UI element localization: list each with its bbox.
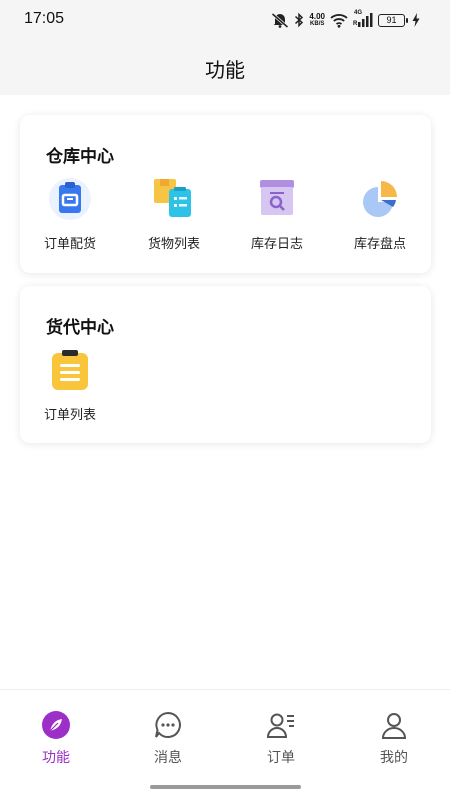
- grid-item-label: 订单列表: [43, 407, 96, 422]
- tab-features[interactable]: 功能: [0, 710, 112, 767]
- grid-item-label: 库存盘点: [353, 236, 406, 251]
- bottom-tab-bar: 功能 消息 订单 我的: [0, 689, 450, 800]
- status-icons: 4.00 KB/S R 4G 91: [271, 10, 420, 30]
- wifi-icon: [330, 13, 348, 28]
- network-type: 4G: [354, 10, 363, 16]
- goods-list-button[interactable]: 货物列表: [124, 177, 224, 252]
- tab-label: 消息: [154, 749, 182, 765]
- order-user-icon: [266, 710, 296, 744]
- cellular-signal-icon: R 4G: [353, 10, 373, 27]
- net-speed-unit: KB/S: [310, 20, 325, 27]
- inventory-log-button[interactable]: 库存日志: [227, 177, 327, 252]
- order-list-button[interactable]: 订单列表: [20, 348, 120, 423]
- charging-icon: [412, 13, 420, 27]
- section-title: 货代中心: [46, 318, 114, 337]
- grid-item-label: 库存日志: [250, 236, 303, 251]
- status-bar: 17:05 4.00 KB/S R 4G 91: [0, 0, 450, 40]
- mute-bell-icon: [271, 12, 289, 28]
- roaming-indicator: R: [353, 21, 358, 27]
- grid-item-label: 货物列表: [147, 236, 200, 251]
- compass-icon: [41, 710, 71, 744]
- battery-indicator: 91: [378, 13, 408, 27]
- clipboard-icon: [48, 177, 92, 221]
- pie-chart-icon: [358, 177, 402, 221]
- tab-orders[interactable]: 订单: [225, 710, 337, 767]
- profile-icon: [379, 710, 409, 744]
- goods-list-icon: [152, 177, 196, 221]
- tab-label: 订单: [267, 749, 295, 765]
- inventory-check-button[interactable]: 库存盘点: [330, 177, 430, 252]
- bluetooth-icon: [294, 12, 304, 28]
- tab-messages[interactable]: 消息: [112, 710, 224, 767]
- order-list-icon: [48, 348, 92, 392]
- home-indicator: [150, 785, 301, 789]
- page-title: 功能: [205, 60, 245, 82]
- warehouse-center-card: 仓库中心 订单配货 货物列表 库存日志 库存盘点: [20, 115, 431, 273]
- grid-item-label: 订单配货: [43, 236, 96, 251]
- tab-profile[interactable]: 我的: [338, 710, 450, 767]
- tab-label: 功能: [42, 749, 70, 765]
- net-speed-value: 4.00: [309, 11, 325, 21]
- inventory-log-icon: [255, 177, 299, 221]
- tab-label: 我的: [380, 749, 408, 765]
- section-title: 仓库中心: [46, 147, 114, 166]
- message-icon: [153, 710, 183, 744]
- order-allocation-button[interactable]: 订单配货: [20, 177, 120, 252]
- net-speed: 4.00 KB/S: [309, 11, 325, 28]
- forwarding-center-card: 货代中心 订单列表: [20, 286, 431, 443]
- battery-level: 91: [386, 15, 397, 25]
- status-time: 17:05: [24, 10, 65, 27]
